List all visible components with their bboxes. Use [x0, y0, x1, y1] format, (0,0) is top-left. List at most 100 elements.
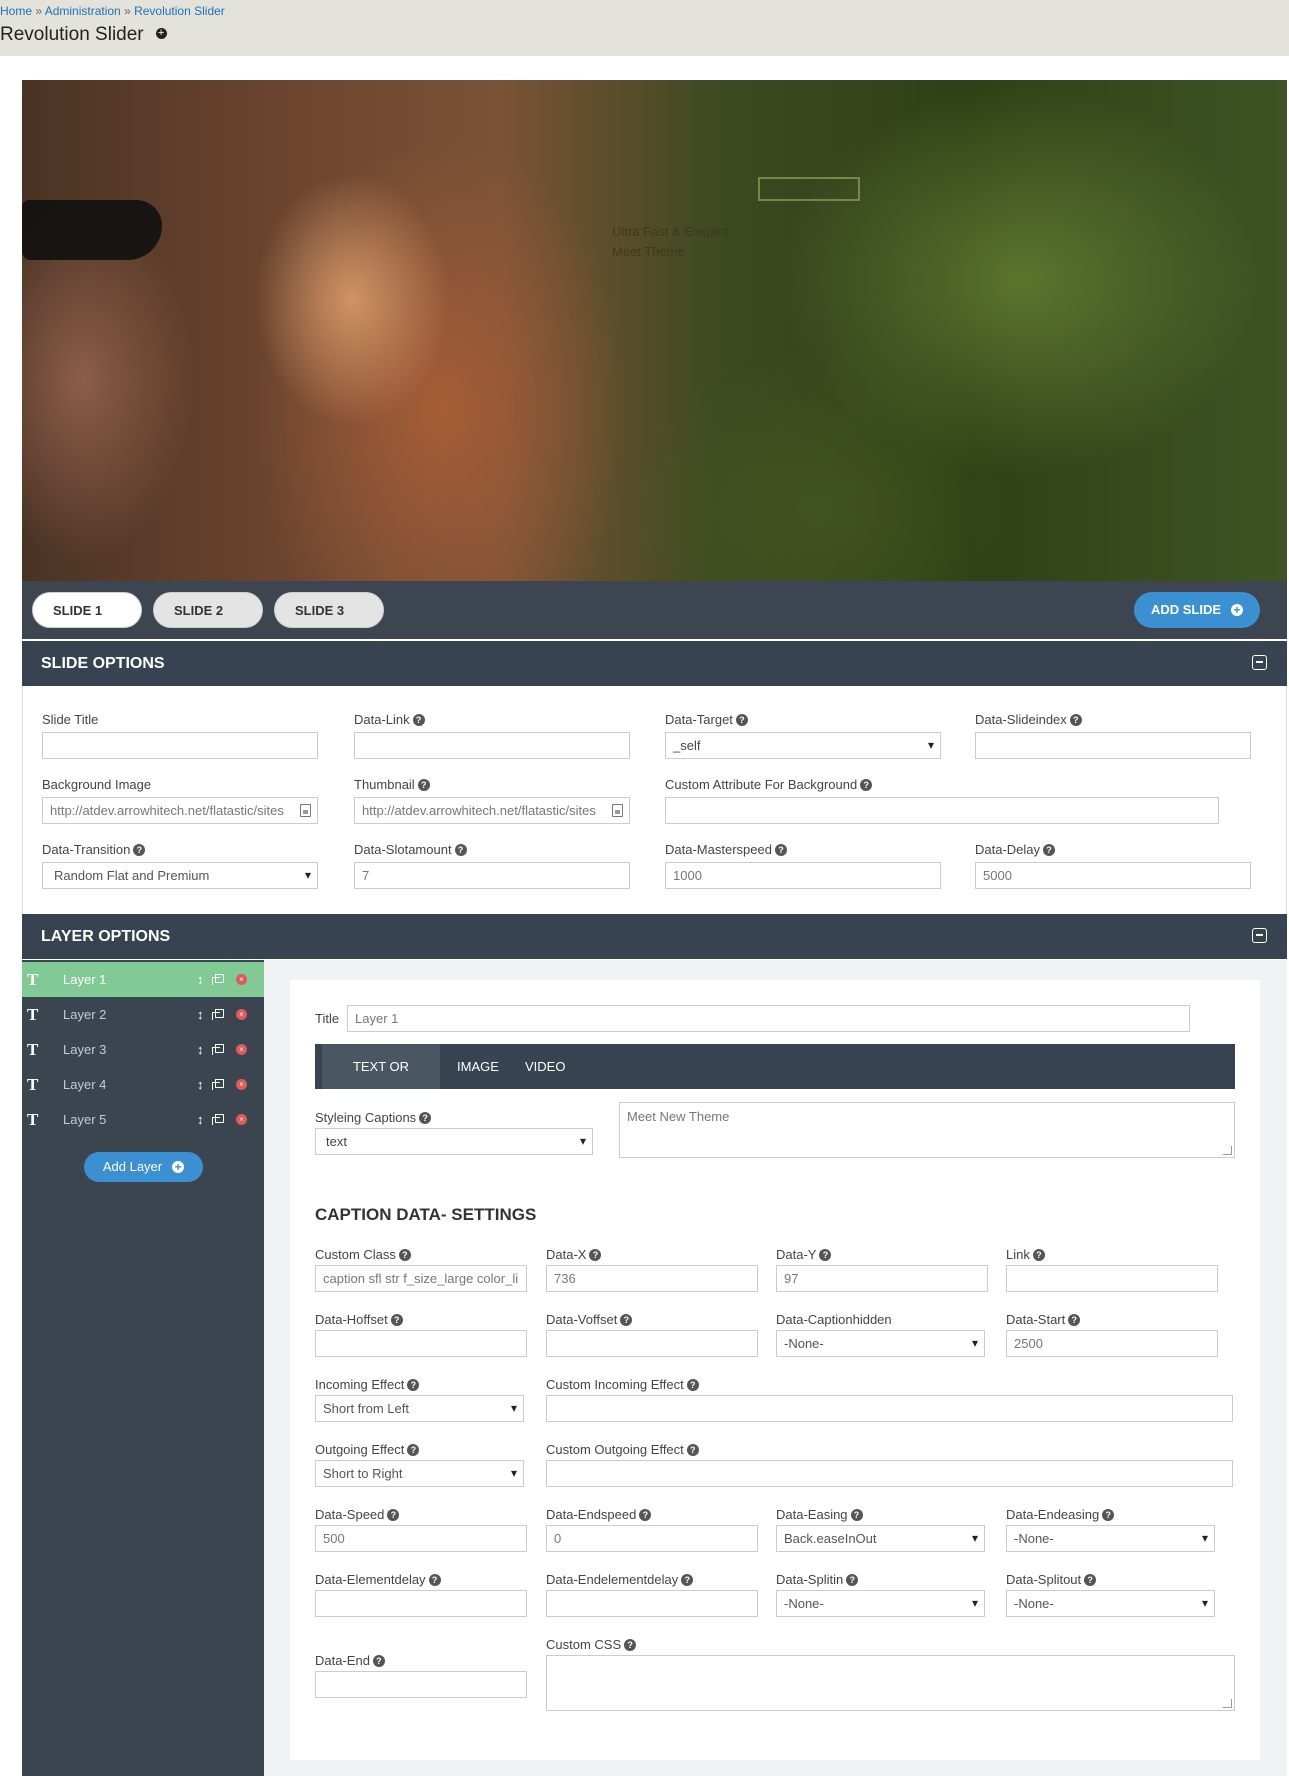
- data-easing-select[interactable]: Back.easeInOut: [776, 1525, 985, 1552]
- custom-class-input[interactable]: caption sfl str f_size_large color_li: [315, 1265, 527, 1292]
- duplicate-icon[interactable]: [212, 1044, 224, 1055]
- tab-image[interactable]: IMAGE: [445, 1044, 511, 1089]
- move-icon[interactable]: ↕: [197, 1032, 204, 1067]
- help-icon[interactable]: ?: [860, 778, 873, 791]
- help-icon[interactable]: ?: [686, 1378, 699, 1391]
- tab-text-or-html[interactable]: TEXT OR HTML: [322, 1044, 440, 1119]
- data-transition-select[interactable]: Random Flat and Premium: [42, 862, 318, 889]
- data-masterspeed-input[interactable]: 1000: [665, 862, 941, 889]
- help-icon[interactable]: ?: [1043, 843, 1056, 856]
- slide-title-input[interactable]: [42, 732, 318, 759]
- help-icon[interactable]: ?: [372, 1654, 385, 1667]
- help-icon[interactable]: ?: [850, 1508, 863, 1521]
- help-icon[interactable]: ?: [407, 1378, 420, 1391]
- layer-item[interactable]: T Layer 1 ↕ ×: [22, 962, 264, 997]
- layer-item[interactable]: T Layer 5 ↕ ×: [22, 1102, 264, 1137]
- data-x-input[interactable]: 736: [546, 1265, 758, 1292]
- data-start-input[interactable]: 2500: [1006, 1330, 1218, 1357]
- resize-handle-icon[interactable]: [1223, 1146, 1232, 1155]
- help-icon[interactable]: ?: [398, 1248, 411, 1261]
- help-icon[interactable]: ?: [454, 843, 467, 856]
- delete-icon[interactable]: ×: [236, 974, 247, 985]
- resize-handle-icon[interactable]: [1223, 1699, 1232, 1708]
- help-icon[interactable]: ?: [846, 1573, 859, 1586]
- help-icon[interactable]: ?: [735, 713, 748, 726]
- help-icon[interactable]: ?: [1068, 1313, 1081, 1326]
- slide-options-header[interactable]: SLIDE OPTIONS: [22, 641, 1287, 686]
- data-y-input[interactable]: 97: [776, 1265, 988, 1292]
- custom-incoming-effect-input[interactable]: [546, 1395, 1233, 1422]
- help-icon[interactable]: ?: [133, 843, 146, 856]
- background-image-input[interactable]: http://atdev.arrowhitech.net/flatastic/s…: [42, 797, 318, 824]
- help-icon[interactable]: ?: [387, 1508, 400, 1521]
- delete-icon[interactable]: ×: [236, 1044, 247, 1055]
- thumbnail-input[interactable]: http://atdev.arrowhitech.net/flatastic/s…: [354, 797, 630, 824]
- data-elementdelay-input[interactable]: [315, 1590, 527, 1617]
- move-icon[interactable]: ↕: [197, 1067, 204, 1102]
- help-icon[interactable]: ?: [419, 1111, 432, 1124]
- help-icon[interactable]: ?: [589, 1248, 602, 1261]
- help-icon[interactable]: ?: [390, 1313, 403, 1326]
- delete-icon[interactable]: ×: [236, 1079, 247, 1090]
- caption-layer-text[interactable]: Ultra Fast & Elegant Meet Theme: [612, 222, 752, 262]
- help-icon[interactable]: ?: [1084, 1573, 1097, 1586]
- help-icon[interactable]: ?: [819, 1248, 832, 1261]
- move-icon[interactable]: ↕: [197, 997, 204, 1032]
- help-icon[interactable]: ?: [1032, 1248, 1045, 1261]
- styleing-captions-select[interactable]: text: [315, 1128, 593, 1155]
- image-file-icon[interactable]: [300, 804, 311, 817]
- slide-tab[interactable]: SLIDE 3×: [274, 592, 384, 653]
- duplicate-icon[interactable]: [212, 1009, 224, 1020]
- help-icon[interactable]: ?: [686, 1443, 699, 1456]
- help-icon[interactable]: ?: [417, 778, 430, 791]
- add-layer-button[interactable]: Add Layer +: [84, 1152, 203, 1182]
- help-icon[interactable]: ?: [620, 1313, 633, 1326]
- collapse-icon[interactable]: [1252, 928, 1267, 943]
- help-icon[interactable]: ?: [428, 1573, 441, 1586]
- data-endelementdelay-input[interactable]: [546, 1590, 758, 1617]
- data-delay-input[interactable]: 5000: [975, 862, 1251, 889]
- help-icon[interactable]: ?: [624, 1638, 637, 1651]
- layer-title-input[interactable]: Layer 1: [347, 1005, 1190, 1032]
- breadcrumb-administration[interactable]: Administration: [45, 4, 121, 18]
- data-captionhidden-select[interactable]: -None-: [776, 1330, 985, 1357]
- help-icon[interactable]: ?: [407, 1443, 420, 1456]
- breadcrumb-home[interactable]: Home: [0, 4, 32, 18]
- link-input[interactable]: [1006, 1265, 1218, 1292]
- data-slideindex-input[interactable]: [975, 732, 1251, 759]
- data-endspeed-input[interactable]: 0: [546, 1525, 758, 1552]
- data-endeasing-select[interactable]: -None-: [1006, 1525, 1215, 1552]
- tab-video[interactable]: VIDEO: [513, 1044, 577, 1089]
- delete-icon[interactable]: ×: [236, 1009, 247, 1020]
- data-speed-input[interactable]: 500: [315, 1525, 527, 1552]
- data-end-input[interactable]: [315, 1671, 527, 1698]
- delete-icon[interactable]: ×: [236, 1114, 247, 1125]
- custom-outgoing-effect-input[interactable]: [546, 1460, 1233, 1487]
- caption-layer-outline[interactable]: [758, 177, 860, 201]
- slide-tab[interactable]: SLIDE 1×: [32, 592, 142, 653]
- data-target-select[interactable]: _self: [665, 732, 941, 759]
- help-icon[interactable]: ?: [412, 713, 425, 726]
- image-file-icon[interactable]: [612, 804, 623, 817]
- caption-text-area[interactable]: Meet New Theme: [619, 1102, 1235, 1158]
- help-icon[interactable]: ?: [774, 843, 787, 856]
- help-icon[interactable]: ?: [681, 1573, 694, 1586]
- data-voffset-input[interactable]: [546, 1330, 758, 1357]
- layer-item[interactable]: T Layer 2 ↕ ×: [22, 997, 264, 1032]
- duplicate-icon[interactable]: [212, 1114, 224, 1125]
- help-icon[interactable]: ?: [639, 1508, 652, 1521]
- layer-options-header[interactable]: LAYER OPTIONS: [22, 914, 1287, 959]
- breadcrumb-current[interactable]: Revolution Slider: [134, 4, 225, 18]
- data-hoffset-input[interactable]: [315, 1330, 527, 1357]
- slide-tab[interactable]: SLIDE 2×: [153, 592, 263, 653]
- custom-css-textarea[interactable]: [546, 1655, 1235, 1711]
- data-slotamount-input[interactable]: 7: [354, 862, 630, 889]
- data-splitout-select[interactable]: -None-: [1006, 1590, 1215, 1617]
- incoming-effect-select[interactable]: Short from Left: [315, 1395, 524, 1422]
- collapse-icon[interactable]: [1252, 655, 1267, 670]
- duplicate-icon[interactable]: [212, 974, 224, 985]
- help-icon[interactable]: ?: [1069, 713, 1082, 726]
- custom-attribute-input[interactable]: [665, 797, 1219, 824]
- move-icon[interactable]: ↕: [197, 1102, 204, 1137]
- layer-item[interactable]: T Layer 3 ↕ ×: [22, 1032, 264, 1067]
